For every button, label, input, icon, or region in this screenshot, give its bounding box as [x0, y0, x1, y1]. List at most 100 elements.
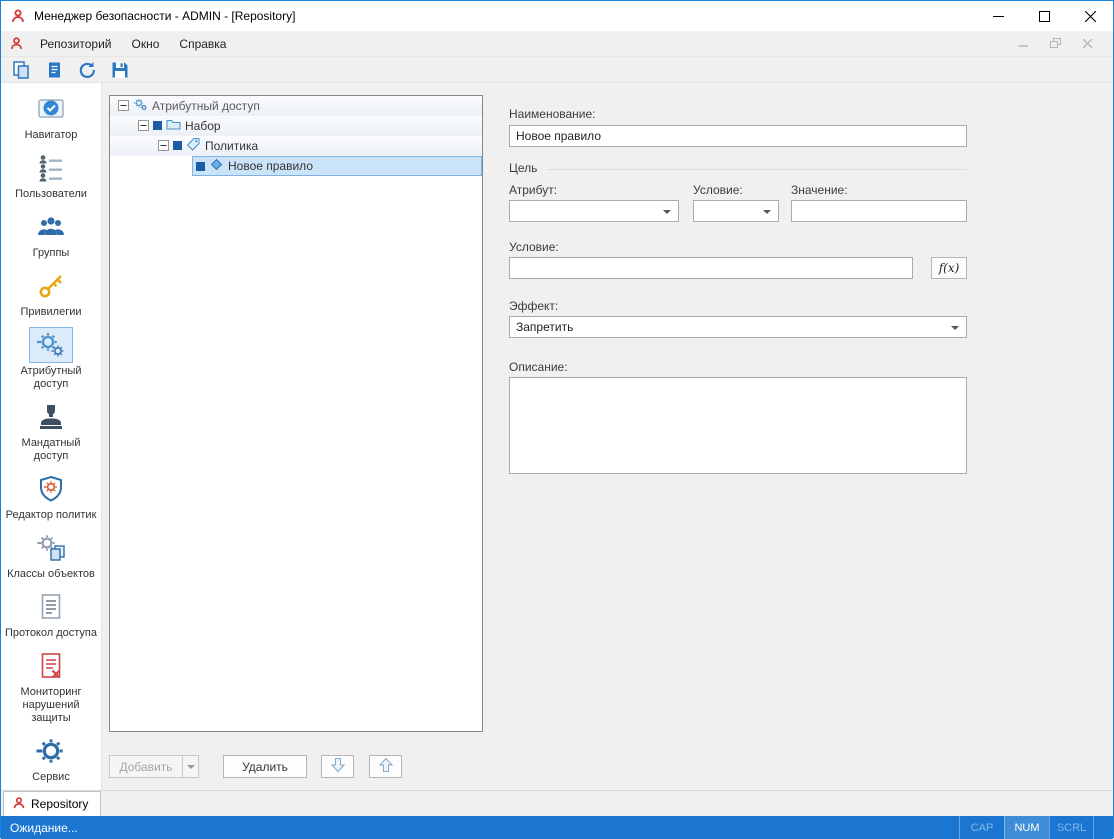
- app-logo-icon: [12, 796, 26, 813]
- tree-item[interactable]: Набор: [110, 116, 482, 136]
- mdi-restore-button[interactable]: [1047, 36, 1065, 52]
- chevron-down-icon: [663, 210, 671, 218]
- close-button[interactable]: [1067, 1, 1113, 31]
- sidebar-item-service[interactable]: Сервис: [2, 733, 100, 784]
- scroll-lock-indicator: SCRL: [1049, 816, 1094, 839]
- mdi-minimize-button[interactable]: [1015, 36, 1033, 52]
- menu-help[interactable]: Справка: [169, 33, 236, 55]
- save-icon[interactable]: [108, 59, 132, 81]
- window-title: Менеджер безопасности - ADMIN - [Reposit…: [34, 9, 295, 23]
- sidebar-item-label: Мандатный доступ: [4, 437, 98, 463]
- menu-repository[interactable]: Репозиторий: [30, 33, 122, 55]
- mdi-child-icon[interactable]: [9, 36, 24, 51]
- gear-documents-icon: [29, 530, 73, 566]
- red-document-icon: [29, 648, 73, 684]
- gears-icon: [133, 97, 148, 115]
- tree-expander-icon[interactable]: [158, 140, 169, 151]
- add-dropdown-button[interactable]: [182, 755, 199, 778]
- lock-indicators: CAP NUM SCRL: [959, 816, 1094, 839]
- condition-expr-input[interactable]: [509, 257, 913, 279]
- sidebar-item-navigator[interactable]: Навигатор: [2, 91, 100, 142]
- sidebar-item-label: Сервис: [4, 771, 98, 784]
- sidebar-item-violations-monitor[interactable]: Мониторинг нарушений защиты: [2, 648, 100, 725]
- chevron-down-icon: [763, 210, 771, 218]
- gear-icon: [29, 733, 73, 769]
- effect-combobox[interactable]: Запретить: [509, 316, 967, 338]
- maximize-button[interactable]: [1021, 1, 1067, 31]
- mdi-window-controls: [1015, 36, 1097, 52]
- delete-button[interactable]: Удалить: [223, 755, 307, 778]
- sidebar-item-label: Пользователи: [4, 188, 98, 201]
- diamond-icon: [209, 157, 224, 175]
- users-list-icon: [29, 150, 73, 186]
- sidebar-item-label: Навигатор: [4, 129, 98, 142]
- num-lock-indicator: NUM: [1004, 816, 1049, 839]
- tree-item-label: Набор: [185, 119, 221, 133]
- shield-gear-icon: [29, 471, 73, 507]
- tree-expander-icon[interactable]: [118, 100, 129, 111]
- tree-expander-icon[interactable]: [138, 120, 149, 131]
- status-bar: Ожидание... CAP NUM SCRL: [1, 816, 1113, 839]
- attribute-combobox[interactable]: [509, 200, 679, 222]
- menu-bar: Репозиторий Окно Справка: [1, 31, 1113, 57]
- content-area: Атрибутный доступ Набор: [102, 83, 1113, 790]
- effect-label: Эффект:: [509, 299, 558, 313]
- fx-button[interactable]: f(x): [931, 257, 967, 279]
- sidebar-item-attribute-access[interactable]: Атрибутный доступ: [2, 327, 100, 391]
- sidebar-item-label: Атрибутный доступ: [4, 365, 98, 391]
- group-separator: [547, 169, 967, 170]
- value-label: Значение:: [791, 183, 848, 197]
- menu-window[interactable]: Окно: [122, 33, 170, 55]
- window-controls: [975, 1, 1113, 31]
- mdi-tab-bar: Repository: [1, 790, 1113, 816]
- target-group-label: Цель: [509, 161, 537, 175]
- description-textarea[interactable]: [509, 377, 967, 474]
- tag-icon: [186, 137, 201, 155]
- minimize-button[interactable]: [975, 1, 1021, 31]
- gears-icon: [29, 327, 73, 363]
- sidebar-item-access-log[interactable]: Протокол доступа: [2, 589, 100, 640]
- refresh-icon[interactable]: [75, 59, 99, 81]
- sidebar-item-mandatory-access[interactable]: Мандатный доступ: [2, 399, 100, 463]
- caps-lock-indicator: CAP: [959, 816, 1004, 839]
- tab-repository[interactable]: Repository: [3, 791, 101, 816]
- sidebar-item-groups[interactable]: Группы: [2, 209, 100, 260]
- state-square-icon: [153, 121, 162, 130]
- tree-item-label: Политика: [205, 139, 258, 153]
- app-logo-icon: [10, 8, 26, 24]
- description-label: Описание:: [509, 360, 568, 374]
- status-message: Ожидание...: [1, 821, 78, 835]
- move-down-button[interactable]: [321, 755, 354, 778]
- sidebar-item-policy-editor[interactable]: Редактор политик: [2, 471, 100, 522]
- tree-item-label: Атрибутный доступ: [152, 99, 260, 113]
- condition-combobox[interactable]: [693, 200, 779, 222]
- tree-item[interactable]: Политика: [110, 136, 482, 156]
- tree-item-selected[interactable]: Новое правило: [110, 156, 482, 176]
- title-bar: Менеджер безопасности - ADMIN - [Reposit…: [1, 1, 1113, 31]
- attribute-label: Атрибут:: [509, 183, 557, 197]
- tree-actions: Добавить Удалить: [109, 755, 402, 778]
- add-button[interactable]: Добавить: [109, 755, 182, 778]
- navigator-icon: [29, 91, 73, 127]
- sidebar-item-label: Группы: [4, 247, 98, 260]
- document-lines-icon: [29, 589, 73, 625]
- value-input[interactable]: [791, 200, 967, 222]
- mdi-close-button[interactable]: [1079, 36, 1097, 52]
- sidebar-item-label: Классы объектов: [4, 568, 98, 581]
- document-icon[interactable]: [42, 59, 66, 81]
- name-input[interactable]: [509, 125, 967, 147]
- tree-selection[interactable]: Новое правило: [192, 156, 482, 176]
- tree-item[interactable]: Атрибутный доступ: [110, 96, 482, 116]
- move-up-button[interactable]: [369, 755, 402, 778]
- sidebar-item-users[interactable]: Пользователи: [2, 150, 100, 201]
- key-icon: [29, 268, 73, 304]
- up-arrow-icon: [378, 757, 394, 776]
- sidebar-item-privileges[interactable]: Привилегии: [2, 268, 100, 319]
- groups-icon: [29, 209, 73, 245]
- state-square-icon: [196, 162, 205, 171]
- sidebar-item-object-classes[interactable]: Классы объектов: [2, 530, 100, 581]
- chevron-down-icon: [951, 326, 959, 334]
- stamp-icon: [29, 399, 73, 435]
- chevron-down-icon: [187, 765, 195, 773]
- new-document-icon[interactable]: [9, 59, 33, 81]
